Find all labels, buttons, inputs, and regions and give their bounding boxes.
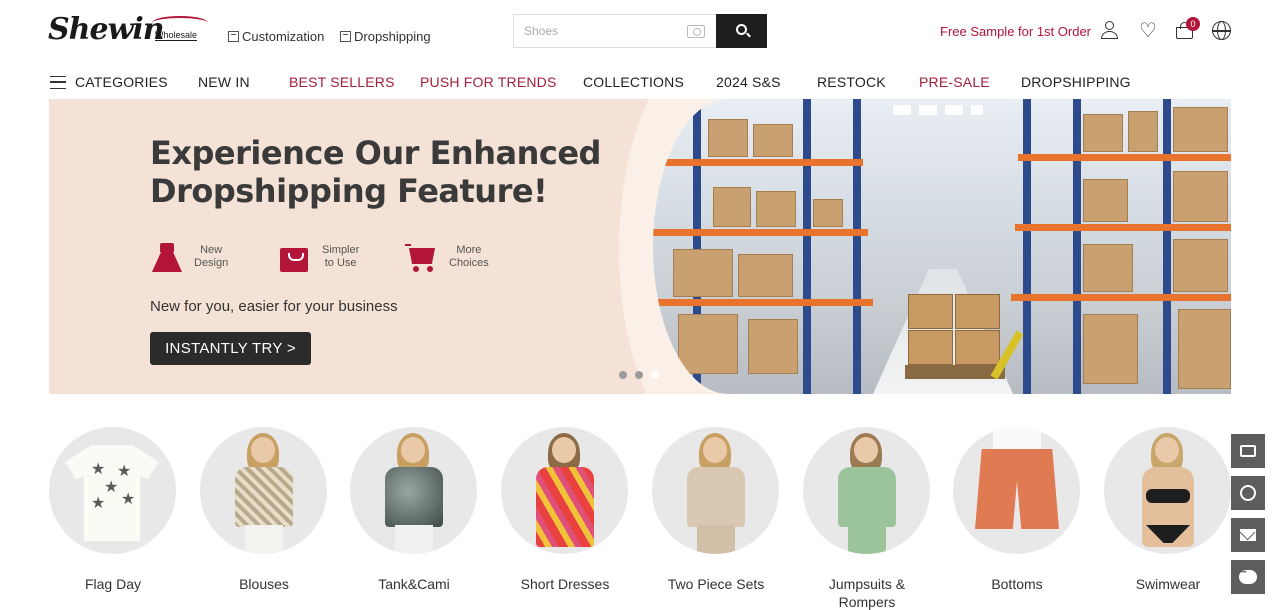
live-chat-button[interactable] bbox=[1231, 560, 1265, 594]
user-icon[interactable] bbox=[1099, 20, 1121, 42]
site-header: Shewin Wholesale Customization Dropshipp… bbox=[0, 0, 1280, 62]
feature-label: Choices bbox=[449, 257, 489, 269]
free-sample-link[interactable]: Free Sample for 1st Order bbox=[940, 24, 1091, 39]
category-image bbox=[953, 427, 1080, 554]
warehouse-image bbox=[653, 99, 1231, 394]
search-icon bbox=[736, 24, 747, 35]
nav-best-sellers[interactable]: BEST SELLERS bbox=[289, 74, 395, 90]
category-image bbox=[803, 427, 930, 554]
category-label: Short Dresses bbox=[520, 576, 610, 592]
category-image bbox=[1104, 427, 1231, 554]
banner-headline-line1: Experience Our Enhanced bbox=[150, 134, 601, 172]
category-jumpsuits-rompers[interactable]: Jumpsuits & Rompers bbox=[803, 427, 931, 610]
brand-logo[interactable]: Shewin Wholesale bbox=[48, 12, 208, 48]
category-blouses[interactable]: Blouses bbox=[200, 427, 328, 593]
hero-banner[interactable]: Experience Our Enhanced Dropshipping Fea… bbox=[49, 99, 1231, 394]
app-download-button[interactable] bbox=[1231, 434, 1265, 468]
category-image bbox=[200, 427, 327, 554]
dress-icon bbox=[150, 240, 184, 274]
hamburger-icon[interactable] bbox=[50, 76, 66, 89]
feature-more-choices: More Choices bbox=[405, 237, 489, 277]
globe-icon[interactable] bbox=[1211, 20, 1233, 42]
feature-label: More bbox=[456, 244, 482, 256]
category-label: Blouses bbox=[239, 576, 289, 592]
nav-collections[interactable]: COLLECTIONS bbox=[583, 74, 684, 90]
category-label: Bottoms bbox=[991, 576, 1043, 592]
category-image: ★ ★ ★ ★ ★ bbox=[49, 427, 176, 554]
camera-icon[interactable] bbox=[687, 25, 705, 38]
dropshipping-label: Dropshipping bbox=[354, 29, 431, 44]
carousel-dots bbox=[619, 371, 659, 379]
logo-wordmark: Shewin bbox=[48, 12, 165, 47]
carousel-dot[interactable] bbox=[619, 371, 627, 379]
customization-link[interactable]: Customization bbox=[228, 29, 324, 44]
nav-categories[interactable]: CATEGORIES bbox=[75, 74, 168, 90]
feature-new-design: New Design bbox=[150, 237, 228, 277]
category-row: ★ ★ ★ ★ ★ Flag Day Blouses Tank&Cami Sho… bbox=[49, 427, 1231, 610]
whatsapp-icon bbox=[1240, 485, 1256, 501]
main-nav: CATEGORIES NEW IN BEST SELLERS PUSH FOR … bbox=[0, 62, 1280, 100]
logo-subtext: Wholesale bbox=[155, 30, 198, 41]
category-short-dresses[interactable]: Short Dresses bbox=[501, 427, 629, 593]
banner-subtitle: New for you, easier for your business bbox=[150, 298, 398, 315]
carousel-dot[interactable] bbox=[635, 371, 643, 379]
shopping-bag-icon bbox=[278, 240, 312, 274]
nav-2024-ss[interactable]: 2024 S&S bbox=[716, 74, 781, 90]
search-button[interactable] bbox=[716, 14, 767, 48]
category-swimwear[interactable]: Swimwear bbox=[1104, 427, 1232, 593]
feature-label: New bbox=[200, 244, 223, 256]
customization-icon bbox=[228, 31, 239, 42]
nav-dropshipping[interactable]: DROPSHIPPING bbox=[1021, 74, 1131, 90]
nav-new-in[interactable]: NEW IN bbox=[198, 74, 250, 90]
chat-icon bbox=[1239, 570, 1257, 584]
banner-headline: Experience Our Enhanced Dropshipping Fea… bbox=[150, 134, 610, 210]
category-image bbox=[652, 427, 779, 554]
category-bottoms[interactable]: Bottoms bbox=[953, 427, 1081, 593]
cart-count-badge: 0 bbox=[1186, 17, 1200, 31]
feature-label: to Use bbox=[324, 257, 357, 269]
dropshipping-link[interactable]: Dropshipping bbox=[340, 29, 431, 44]
dropshipping-icon bbox=[340, 31, 351, 42]
category-label: Tank&Cami bbox=[378, 576, 450, 592]
category-flag-day[interactable]: ★ ★ ★ ★ ★ Flag Day bbox=[49, 427, 177, 593]
mail-icon bbox=[1240, 529, 1256, 541]
search-bar bbox=[513, 14, 717, 48]
nav-push-for-trends[interactable]: PUSH FOR TRENDS bbox=[420, 74, 557, 90]
shopping-cart-icon bbox=[405, 240, 439, 274]
category-image bbox=[350, 427, 477, 554]
logo-swoosh bbox=[152, 16, 208, 30]
category-tank-cami[interactable]: Tank&Cami bbox=[350, 427, 478, 593]
feature-simpler: Simpler to Use bbox=[278, 237, 359, 277]
category-label: Two Piece Sets bbox=[667, 576, 765, 592]
carousel-dot-active[interactable] bbox=[651, 371, 659, 379]
email-button[interactable] bbox=[1231, 518, 1265, 552]
category-label: Flag Day bbox=[84, 576, 142, 592]
nav-restock[interactable]: RESTOCK bbox=[817, 74, 886, 90]
category-label: Jumpsuits & Rompers bbox=[828, 576, 906, 610]
nav-pre-sale[interactable]: PRE-SALE bbox=[919, 74, 990, 90]
feature-label: Simpler bbox=[322, 244, 360, 256]
search-input[interactable] bbox=[514, 15, 674, 47]
instantly-try-button[interactable]: INSTANTLY TRY > bbox=[150, 332, 311, 365]
banner-headline-line2: Dropshipping Feature! bbox=[150, 172, 548, 210]
category-image bbox=[501, 427, 628, 554]
feature-label: Design bbox=[194, 257, 229, 269]
category-label: Swimwear bbox=[1135, 576, 1201, 592]
customization-label: Customization bbox=[242, 29, 325, 44]
wishlist-heart-icon[interactable]: ♡ bbox=[1137, 20, 1159, 42]
category-two-piece-sets[interactable]: Two Piece Sets bbox=[652, 427, 780, 593]
whatsapp-button[interactable] bbox=[1231, 476, 1265, 510]
app-icon bbox=[1240, 445, 1256, 457]
